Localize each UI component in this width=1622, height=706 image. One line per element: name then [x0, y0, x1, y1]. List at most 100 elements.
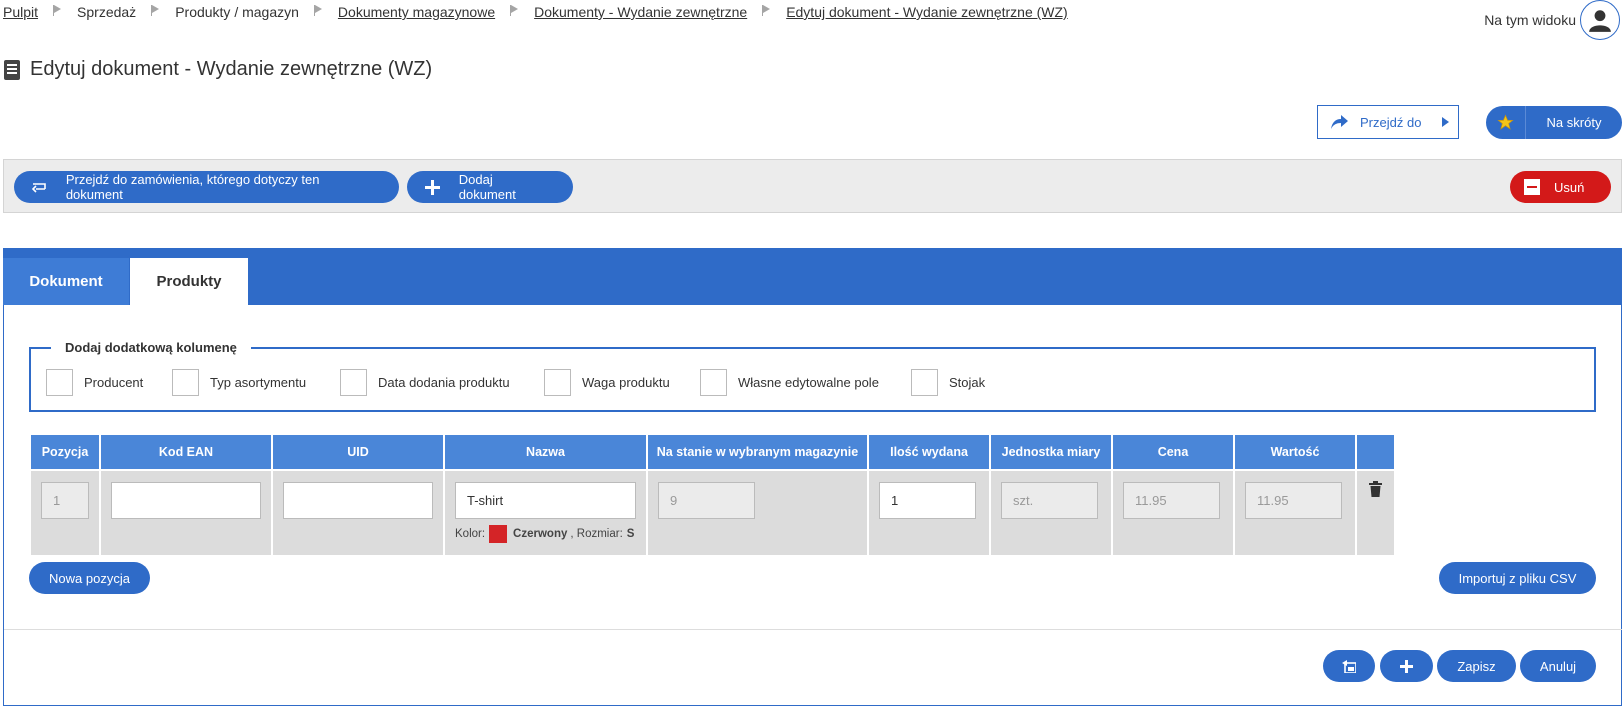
- checkbox[interactable]: [544, 369, 571, 396]
- table-cell: szt.: [991, 471, 1111, 555]
- table-cell: 1: [869, 471, 989, 555]
- column-header: Kod EAN: [101, 435, 271, 469]
- add-document-button[interactable]: Dodaj dokument: [407, 171, 573, 203]
- view-area: Na tym widoku: [1484, 0, 1620, 40]
- option-label: Data dodania produktu: [378, 375, 510, 390]
- position-input: 1: [41, 482, 89, 519]
- goto-dropdown-button[interactable]: Przejdź do: [1317, 105, 1459, 139]
- checkbox[interactable]: [700, 369, 727, 396]
- value-input: 11.95: [1245, 482, 1342, 519]
- breadcrumb-separator: [762, 5, 771, 16]
- save-button[interactable]: Zapisz: [1437, 650, 1516, 682]
- table-cell: 11.95: [1113, 471, 1233, 555]
- size-value: S: [626, 528, 635, 540]
- color-label: Kolor:: [455, 528, 486, 540]
- breadcrumb-separator: [510, 5, 519, 16]
- goto-order-label: Przejdź do zamówienia, którego dotyczy t…: [65, 172, 320, 202]
- option-stojak[interactable]: Stojak: [911, 369, 985, 396]
- checkbox[interactable]: [46, 369, 73, 396]
- quantity-input[interactable]: 1: [879, 482, 976, 519]
- table-cell: [101, 471, 271, 555]
- option-producent[interactable]: Producent: [46, 369, 143, 396]
- stock-input: 9: [658, 482, 755, 519]
- shortcuts-button[interactable]: Na skróty: [1486, 106, 1622, 139]
- page-title-row: Edytuj dokument - Wydanie zewnętrzne (WZ…: [4, 58, 432, 81]
- option-wlasne-pole[interactable]: Własne edytowalne pole: [700, 369, 879, 396]
- column-header-actions: [1357, 435, 1394, 469]
- color-value: Czerwony: [513, 528, 568, 540]
- goto-label: Przejdź do: [1360, 114, 1422, 130]
- new-position-button[interactable]: Nowa pozycja: [29, 562, 150, 594]
- view-label: Na tym widoku: [1484, 12, 1576, 28]
- column-header: Ilość wydana: [869, 435, 989, 469]
- minus-box-icon: [1510, 179, 1554, 195]
- table-cell: T-shirt Kolor: Czerwony , Rozmiar: S: [445, 471, 646, 555]
- ean-input[interactable]: [111, 482, 261, 519]
- size-label: , Rozmiar:: [570, 528, 623, 540]
- color-swatch: [489, 525, 508, 543]
- option-label: Własne edytowalne pole: [738, 375, 879, 390]
- name-input[interactable]: T-shirt: [455, 482, 636, 519]
- breadcrumb-dokumenty-magazynowe[interactable]: Dokumenty magazynowe: [338, 4, 495, 20]
- column-header: UID: [273, 435, 443, 469]
- tab-produkty[interactable]: Produkty: [130, 258, 248, 305]
- star-icon: [1486, 106, 1526, 139]
- column-header: Wartość: [1235, 435, 1355, 469]
- column-header: Nazwa: [445, 435, 646, 469]
- price-input: 11.95: [1123, 482, 1220, 519]
- breadcrumb: Pulpit Sprzedaż Produkty / magazyn Dokum…: [3, 4, 1068, 20]
- trash-icon[interactable]: [1369, 481, 1382, 497]
- breadcrumb-produkty-magazyn: Produkty / magazyn: [175, 4, 299, 20]
- breadcrumb-sprzedaz: Sprzedaż: [77, 4, 137, 20]
- uid-input[interactable]: [283, 482, 433, 519]
- column-header: Na stanie w wybranym magazynie: [648, 435, 867, 469]
- avatar-button[interactable]: [1580, 0, 1620, 40]
- back-to-list-button[interactable]: [1323, 650, 1375, 682]
- breadcrumb-pulpit[interactable]: Pulpit: [3, 4, 38, 20]
- product-variant: Kolor: Czerwony , Rozmiar: S: [455, 525, 634, 543]
- checkbox[interactable]: [911, 369, 938, 396]
- import-csv-button[interactable]: Importuj z pliku CSV: [1439, 562, 1596, 594]
- breadcrumb-separator: [151, 5, 160, 16]
- column-header: Jednostka miary: [991, 435, 1111, 469]
- option-waga-produktu[interactable]: Waga produktu: [544, 369, 670, 396]
- checkbox[interactable]: [340, 369, 367, 396]
- unit-input: szt.: [1001, 482, 1098, 519]
- action-bar: Przejdź do zamówienia, którego dotyczy t…: [3, 159, 1622, 213]
- option-label: Typ asortymentu: [210, 375, 307, 390]
- plus-icon: [407, 179, 459, 195]
- divider: [4, 629, 1622, 630]
- option-typ-asortymentu[interactable]: Typ asortymentu: [172, 369, 306, 396]
- table-cell: 11.95: [1235, 471, 1355, 555]
- table-cell: [1357, 471, 1394, 555]
- shortcuts-label: Na skróty: [1546, 115, 1602, 130]
- table-cell: [273, 471, 443, 555]
- back-to-list-icon: [1342, 659, 1356, 673]
- add-document-label: Dodaj dokument: [458, 172, 516, 202]
- cancel-button[interactable]: Anuluj: [1520, 650, 1596, 682]
- add-button[interactable]: [1380, 650, 1433, 682]
- avatar-icon: [1589, 10, 1611, 32]
- column-header: Pozycja: [31, 435, 99, 469]
- option-data-dodania[interactable]: Data dodania produktu: [340, 369, 510, 396]
- tab-bar: Dokument Produkty: [3, 248, 1622, 305]
- delete-button[interactable]: Usuń: [1510, 171, 1611, 203]
- option-label: Stojak: [949, 375, 986, 390]
- option-label: Waga produktu: [582, 375, 670, 390]
- column-header: Cena: [1113, 435, 1233, 469]
- plus-icon: [1400, 659, 1413, 673]
- breadcrumb-dokumenty-wz[interactable]: Dokumenty - Wydanie zewnętrzne: [534, 4, 747, 20]
- delete-label: Usuń: [1554, 179, 1585, 195]
- table-cell: 9: [648, 471, 867, 555]
- goto-order-button[interactable]: Przejdź do zamówienia, którego dotyczy t…: [14, 171, 399, 203]
- checkbox[interactable]: [172, 369, 199, 396]
- breadcrumb-separator: [313, 5, 322, 16]
- breadcrumb-separator: [53, 5, 62, 16]
- tab-dokument[interactable]: Dokument: [3, 258, 129, 305]
- breadcrumb-edytuj-dokument[interactable]: Edytuj dokument - Wydanie zewnętrzne (WZ…: [786, 4, 1068, 20]
- option-label: Producent: [84, 375, 144, 390]
- swap-arrow-icon: [14, 180, 66, 194]
- document-icon: [4, 59, 20, 80]
- extra-columns-legend: Dodaj dodatkową kolumenę: [51, 340, 251, 355]
- page-title: Edytuj dokument - Wydanie zewnętrzne (WZ…: [30, 58, 433, 80]
